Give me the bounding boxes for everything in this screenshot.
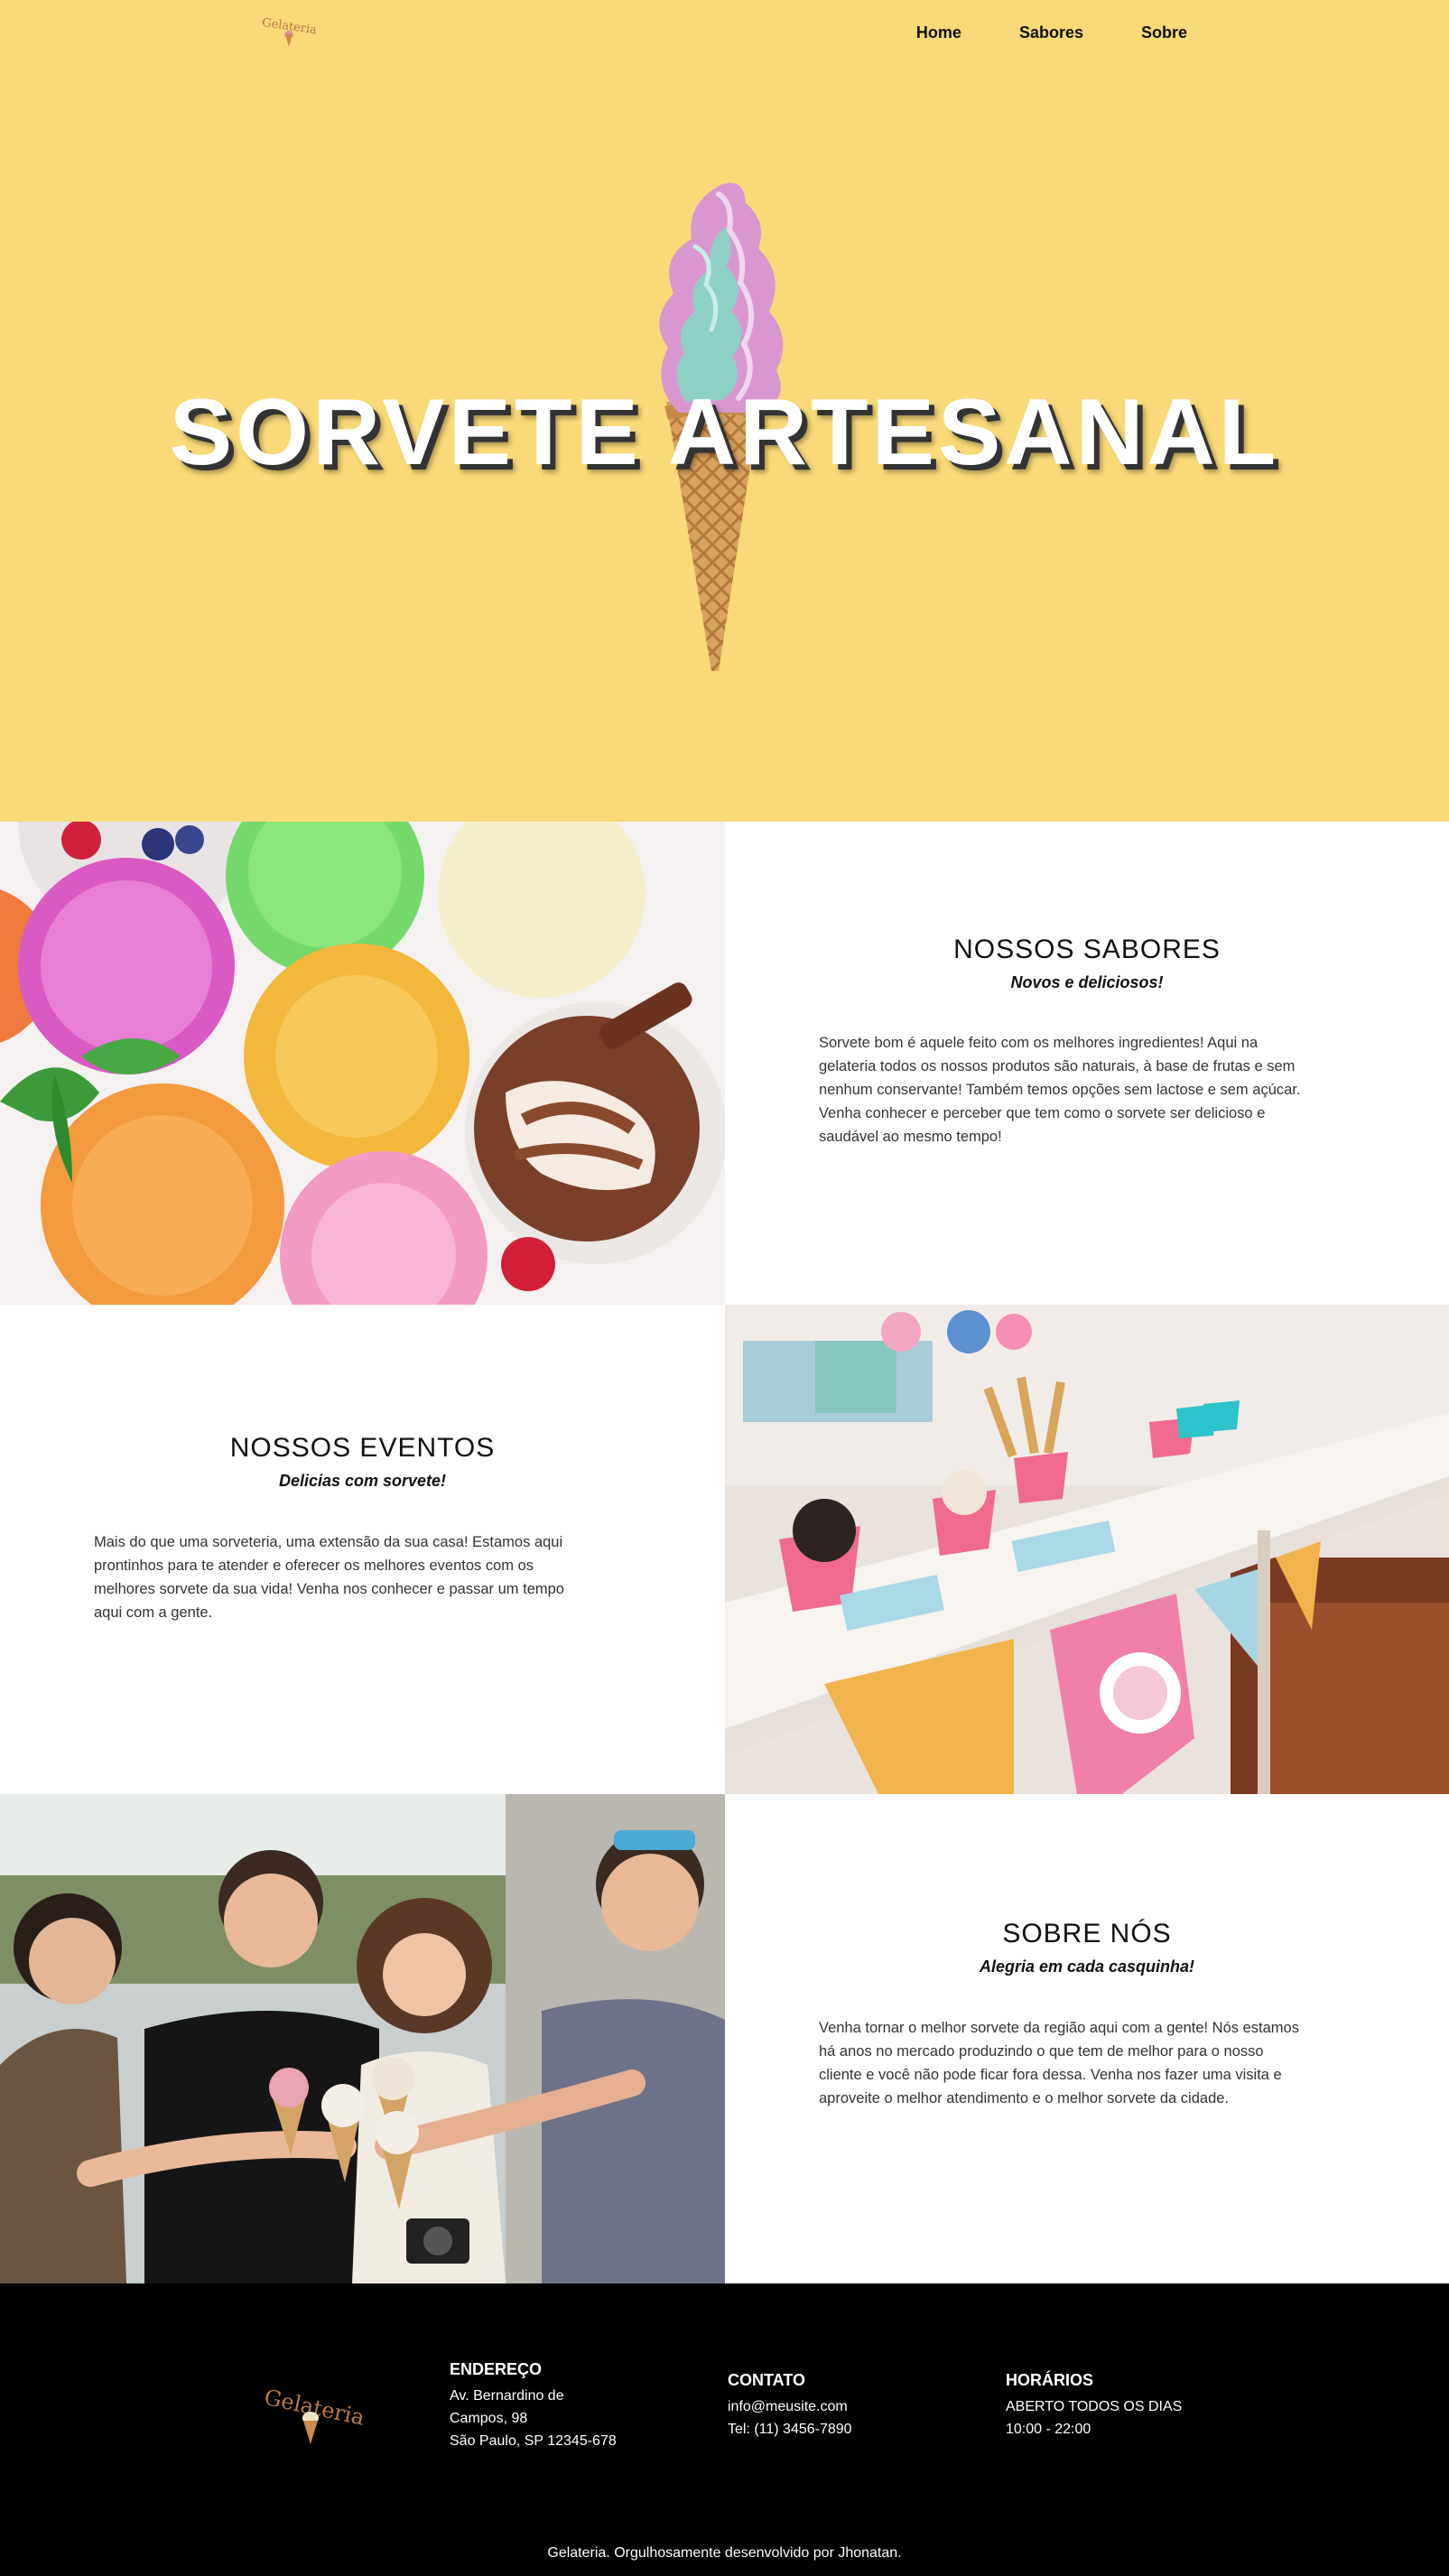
eventos-subtitle: Delicias com sorvete! <box>278 1472 447 1490</box>
hero-section: Gelateria Home Sabores Sobre SORVETE ART… <box>0 0 1449 822</box>
endereco-title: ENDEREÇO <box>450 2360 543 2378</box>
footer-endereco: ENDEREÇO Av. Bernardino de Campos, 98 Sã… <box>450 2360 617 2452</box>
eventos-body-line: melhores sorvete da sua vida! Venha nos … <box>94 1581 564 1597</box>
sabores-body-line: gelateria todos os nossos produtos são n… <box>819 1058 1296 1074</box>
sabores-body-line: Sorvete bom é aquele feito com os melhor… <box>819 1035 1259 1051</box>
sobre-subtitle: Alegria em cada casquinha! <box>979 1958 1195 1976</box>
sobre-image <box>0 1794 725 2283</box>
sabores-body-line: Venha conhecer e perceber que tem como o… <box>819 1105 1266 1121</box>
footer-copyright: Gelateria. Orgulhosamente desenvolvido p… <box>547 2545 902 2561</box>
footer-cone-icon <box>302 2412 319 2444</box>
horarios-title: HORÁRIOS <box>1006 2371 1094 2389</box>
hero-title: SORVETE ARTESANAL <box>169 380 1280 485</box>
sabores-image <box>0 822 725 1305</box>
sobre-body-line: cliente e você não pode ficar fora dessa… <box>819 2067 1282 2083</box>
sabores-section: NOSSOS SABORES Novos e deliciosos! Sorve… <box>0 822 1449 1305</box>
eventos-body-line: prontinhos para te atender e oferecer os… <box>94 1558 534 1574</box>
contato-email[interactable]: info@meusite.com <box>728 2395 852 2418</box>
endereco-line: Av. Bernardino de <box>450 2388 564 2404</box>
sabores-body-line: saudável ao mesmo tempo! <box>819 1129 1002 1145</box>
nav-home-link[interactable]: Home <box>916 23 961 42</box>
logo-cone-icon <box>285 34 293 47</box>
contato-phone[interactable]: Tel: (11) 3456-7890 <box>728 2418 852 2441</box>
endereco-line: São Paulo, SP 12345-678 <box>450 2433 617 2449</box>
footer-contato: CONTATO info@meusite.com Tel: (11) 3456-… <box>728 2371 852 2441</box>
header-logo[interactable]: Gelateria <box>261 16 318 54</box>
footer: Gelateria ENDEREÇO Av. Bernardino de Cam… <box>0 2283 1449 2576</box>
eventos-section: NOSSOS EVENTOS Delicias com sorvete! Mai… <box>0 1305 1449 1794</box>
sabores-body: Sorvete bom é aquele feito com os melhor… <box>819 1031 1397 1149</box>
sabores-text-panel: NOSSOS SABORES Novos e deliciosos! Sorve… <box>725 822 1449 1305</box>
contato-title: CONTATO <box>728 2371 805 2389</box>
sobre-section: SOBRE NÓS Alegria em cada casquinha! Ven… <box>0 1794 1449 2283</box>
eventos-body-line: Mais do que uma sorveteria, uma extensão… <box>94 1534 563 1550</box>
sobre-body-line: Venha tornar o melhor sorvete da região … <box>819 2020 1299 2036</box>
main-nav: Home Sabores Sobre <box>859 23 1187 42</box>
horarios-line: 10:00 - 22:00 <box>1006 2422 1091 2437</box>
sabores-subtitle: Novos e deliciosos! <box>1010 973 1164 991</box>
eventos-image <box>725 1305 1449 1794</box>
sabores-title: NOSSOS SABORES <box>953 935 1221 964</box>
eventos-body-line: aqui com a gente. <box>94 1604 213 1621</box>
horarios-line: ABERTO TODOS OS DIAS <box>1006 2399 1183 2414</box>
sabores-body-line: nenhum conservante! Também temos opções … <box>819 1082 1301 1098</box>
sobre-body-line: há anos no mercado produzindo o que tem … <box>819 2043 1264 2060</box>
nav-sobre-link[interactable]: Sobre <box>1141 23 1187 42</box>
eventos-text-panel: NOSSOS EVENTOS Delicias com sorvete! Mai… <box>0 1305 725 1794</box>
footer-logo[interactable]: Gelateria <box>262 2383 367 2446</box>
endereco-line: Campos, 98 <box>450 2411 528 2426</box>
sobre-body: Venha tornar o melhor sorvete da região … <box>819 2016 1397 2110</box>
eventos-title: NOSSOS EVENTOS <box>229 1433 496 1463</box>
sobre-text-panel: SOBRE NÓS Alegria em cada casquinha! Ven… <box>725 1794 1449 2283</box>
sobre-body-line: aproveite o melhor atendimento e o melho… <box>819 2090 1230 2106</box>
eventos-body: Mais do que uma sorveteria, uma extensão… <box>94 1530 672 1624</box>
sobre-title: SOBRE NÓS <box>1002 1919 1172 1948</box>
footer-horarios: HORÁRIOS ABERTO TODOS OS DIAS 10:00 - 22… <box>1006 2371 1182 2441</box>
nav-sabores-link[interactable]: Sabores <box>1019 23 1083 42</box>
